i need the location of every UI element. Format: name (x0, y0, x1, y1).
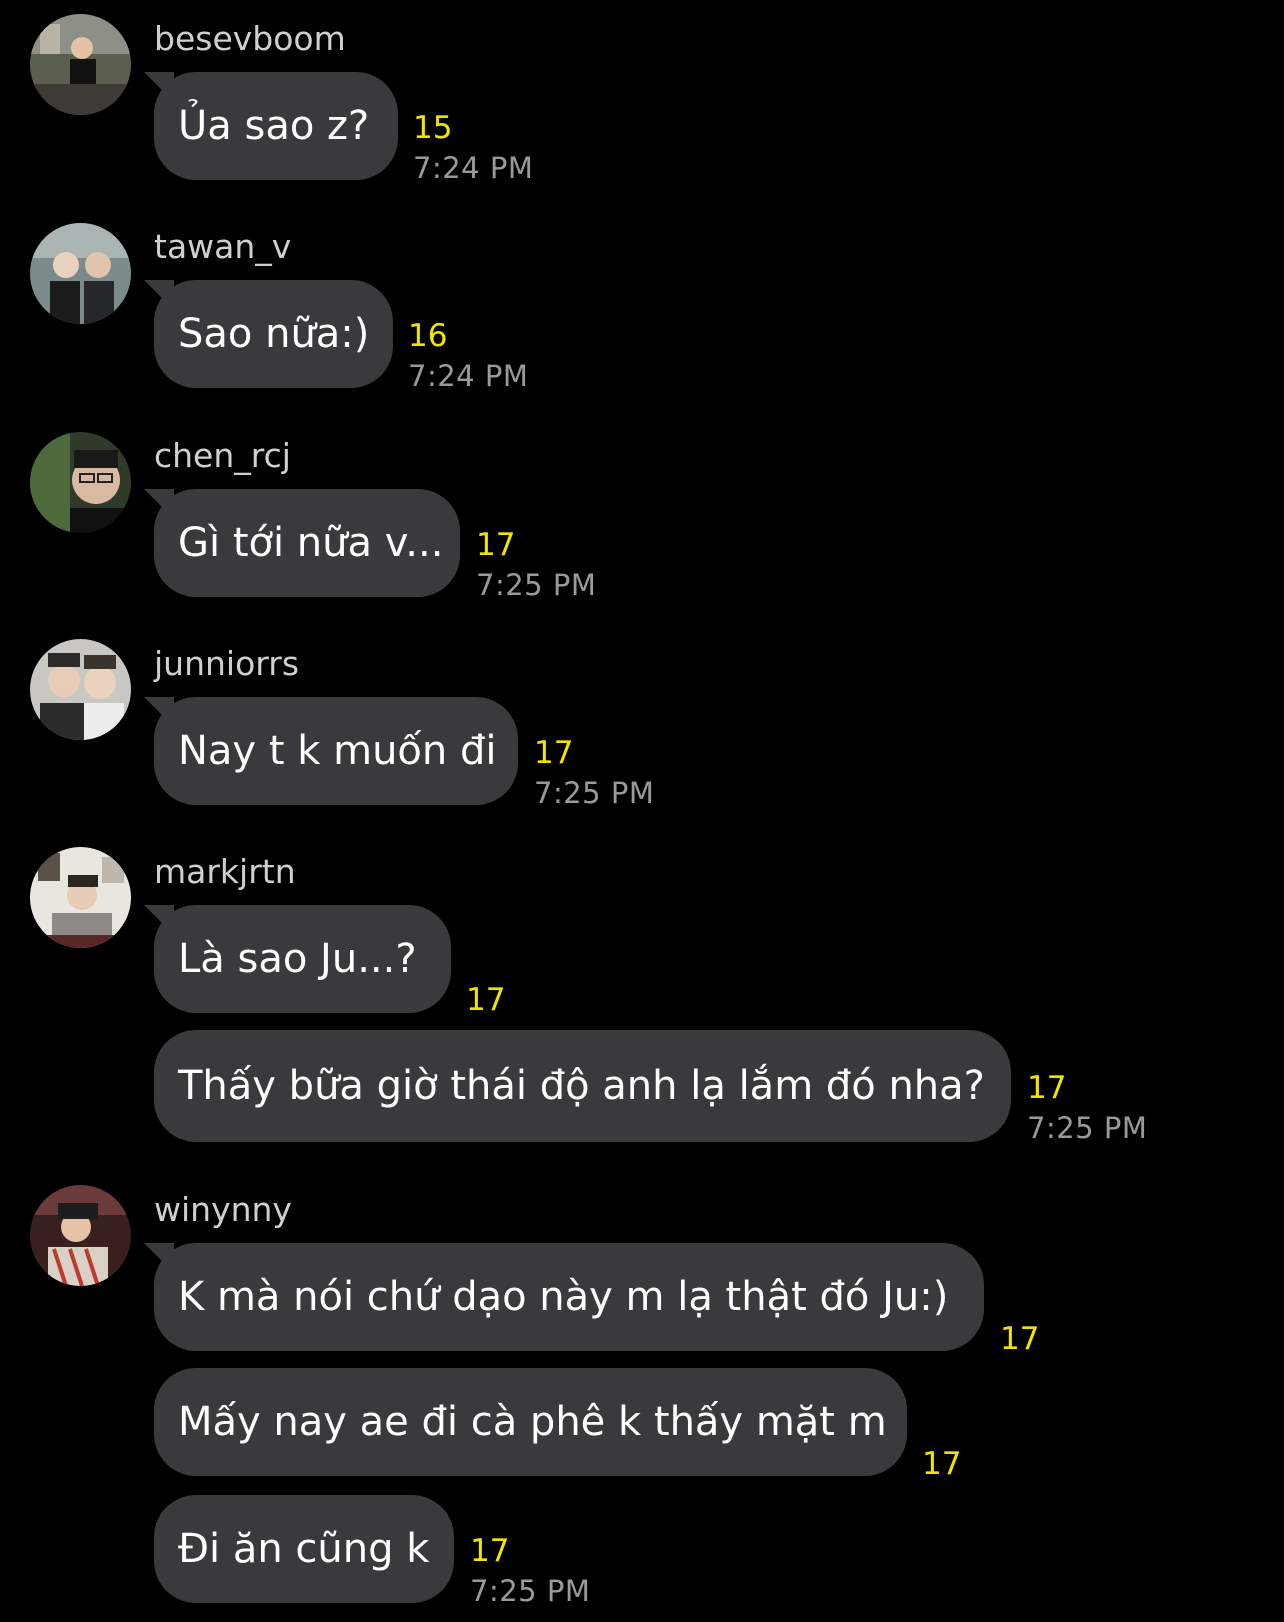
username[interactable]: winynny (154, 1190, 292, 1230)
username[interactable]: besevboom (154, 19, 346, 59)
read-count: 15 (413, 110, 453, 146)
avatar[interactable] (30, 223, 131, 324)
read-count: 17 (476, 527, 516, 563)
avatar-photo-icon (30, 432, 131, 533)
read-count: 17 (534, 735, 574, 771)
read-count: 16 (408, 318, 448, 354)
message-time: 7:25 PM (534, 776, 655, 810)
message-time: 7:24 PM (413, 151, 534, 185)
message-bubble[interactable]: K mà nói chứ dạo này m lạ thật đó Ju:) (154, 1243, 984, 1351)
message-time: 7:25 PM (476, 568, 597, 602)
username[interactable]: tawan_v (154, 227, 291, 267)
avatar[interactable] (30, 847, 131, 948)
message-bubble[interactable]: Là sao Ju...? (154, 905, 451, 1013)
avatar[interactable] (30, 14, 131, 115)
message-thread: besevboom Ủa sao z? 15 7:24 PM tawan_v S… (0, 0, 1284, 1622)
message-bubble[interactable]: Nay t k muốn đi (154, 697, 518, 805)
read-count: 17 (466, 982, 506, 1018)
read-count: 17 (922, 1446, 962, 1482)
avatar[interactable] (30, 639, 131, 740)
message-bubble[interactable]: Ủa sao z? (154, 72, 398, 180)
message-bubble[interactable]: Thấy bữa giờ thái độ anh lạ lắm đó nha? (154, 1030, 1011, 1142)
avatar[interactable] (30, 1185, 131, 1286)
avatar-photo-icon (30, 639, 131, 740)
avatar-photo-icon (30, 223, 131, 324)
message-bubble[interactable]: Gì tới nữa v... (154, 489, 460, 597)
username[interactable]: chen_rcj (154, 436, 291, 476)
read-count: 17 (470, 1533, 510, 1569)
read-count: 17 (1000, 1321, 1040, 1357)
avatar[interactable] (30, 432, 131, 533)
username[interactable]: markjrtn (154, 852, 296, 892)
message-time: 7:25 PM (470, 1574, 591, 1608)
avatar-photo-icon (30, 847, 131, 948)
message-bubble[interactable]: Sao nữa:) (154, 280, 393, 388)
avatar-photo-icon (30, 1185, 131, 1286)
read-count: 17 (1027, 1070, 1067, 1106)
message-bubble[interactable]: Mấy nay ae đi cà phê k thấy mặt m (154, 1368, 907, 1476)
avatar-photo-icon (30, 14, 131, 115)
message-time: 7:25 PM (1027, 1111, 1148, 1145)
username[interactable]: junniorrs (154, 644, 299, 684)
message-time: 7:24 PM (408, 359, 529, 393)
message-bubble[interactable]: Đi ăn cũng k (154, 1495, 454, 1603)
